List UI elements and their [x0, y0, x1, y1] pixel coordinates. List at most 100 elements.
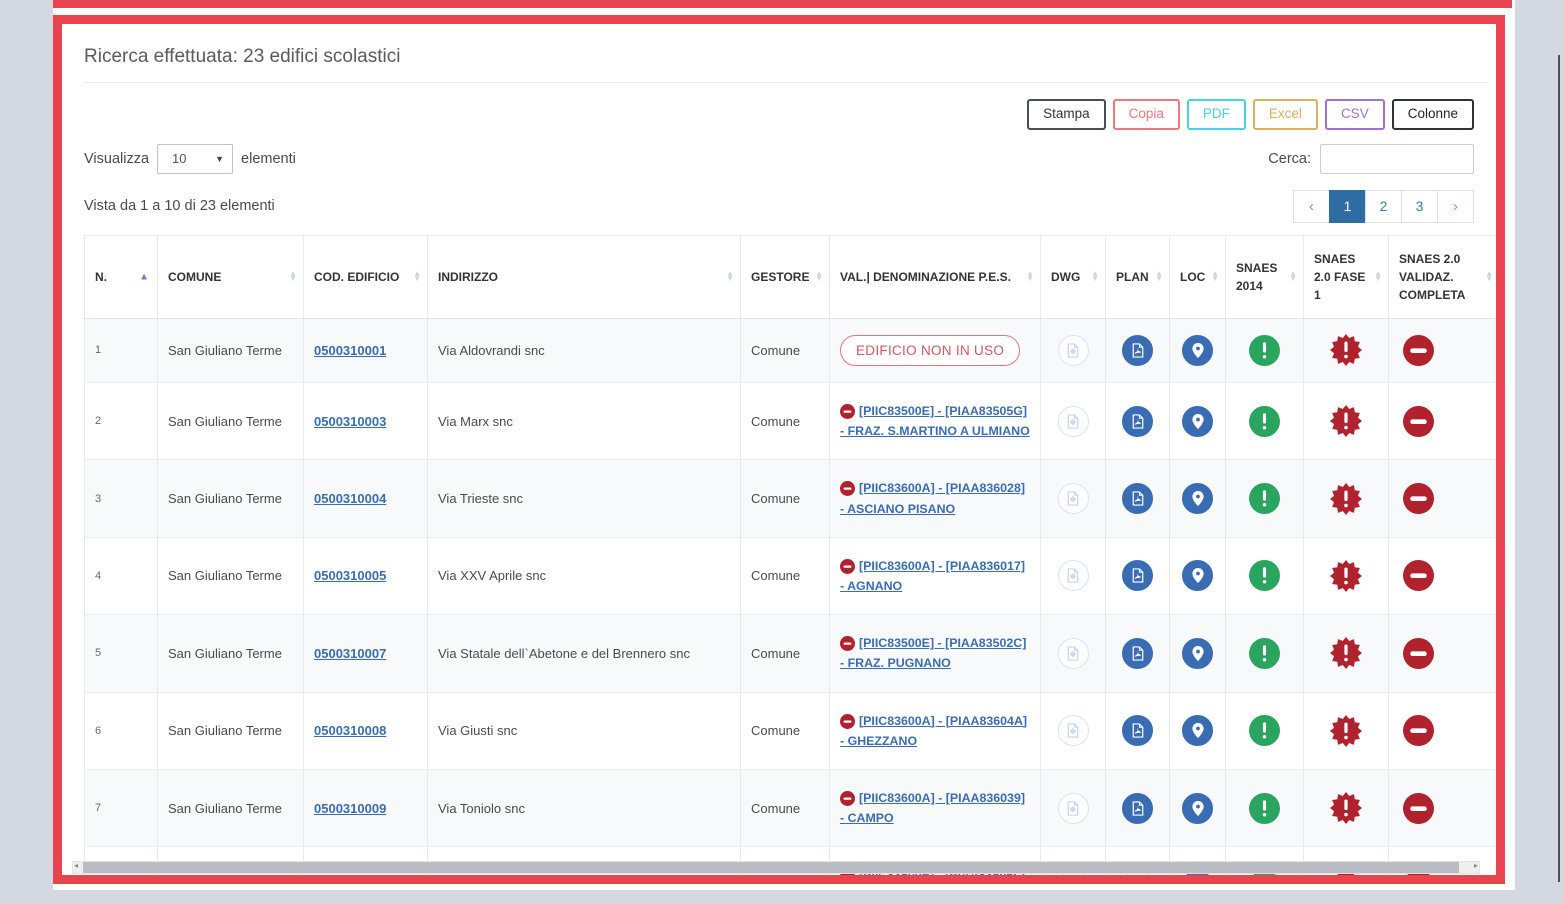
pagination-page-3[interactable]: 3 [1401, 190, 1438, 223]
column-header-plan[interactable]: PLAN▲▼ [1106, 235, 1170, 318]
column-header-snaes2014[interactable]: SNAES 2014▲▼ [1226, 235, 1304, 318]
file-pdf-icon[interactable] [1122, 483, 1153, 514]
building-code-link[interactable]: 0500310008 [314, 723, 386, 738]
map-marker-icon[interactable] [1182, 793, 1213, 824]
building-code-link[interactable]: 0500310009 [314, 801, 386, 816]
excel-button[interactable]: Excel [1253, 99, 1318, 130]
cell-snaes-fase1 [1304, 692, 1389, 769]
alert-seal-icon[interactable] [1330, 560, 1362, 592]
cell-cod-edificio: 0500310003 [304, 382, 428, 459]
alert-seal-icon[interactable] [1330, 483, 1362, 515]
map-marker-icon[interactable] [1182, 335, 1213, 366]
cell-snaes-validaz [1389, 537, 1500, 614]
minus-circle-icon[interactable] [1403, 638, 1434, 669]
table-row: 5San Giuliano Terme0500310007Via Statale… [85, 615, 1500, 692]
scroll-left-arrow-icon[interactable]: ◂ [74, 861, 78, 870]
cell-row-number: 3 [85, 460, 158, 537]
exclamation-circle-icon[interactable] [1249, 638, 1280, 669]
alert-seal-icon[interactable] [1330, 792, 1362, 824]
pes-link[interactable]: [PIIC83500E] - [PIAA83505G] - FRAZ. S.MA… [840, 404, 1030, 438]
pes-link[interactable]: [PIIC83600A] - [PIAA836028] - ASCIANO PI… [840, 481, 1025, 515]
column-header-label: SNAES 2014 [1236, 261, 1277, 293]
map-marker-icon[interactable] [1182, 560, 1213, 591]
alert-seal-icon[interactable] [1330, 715, 1362, 747]
csv-button[interactable]: CSV [1325, 99, 1385, 130]
top-highlight-bar [53, 0, 1512, 8]
map-marker-icon[interactable] [1182, 638, 1213, 669]
map-marker-icon[interactable] [1182, 483, 1213, 514]
column-header-gestore[interactable]: GESTORE▲▼ [741, 235, 830, 318]
column-header-dwg[interactable]: DWG▲▼ [1041, 235, 1106, 318]
file-pdf-icon[interactable] [1122, 335, 1153, 366]
minus-circle-icon[interactable] [1403, 560, 1434, 591]
alert-seal-icon[interactable] [1330, 637, 1362, 669]
cell-dwg [1041, 537, 1106, 614]
search-control: Cerca: [1268, 144, 1474, 174]
stampa-button[interactable]: Stampa [1027, 99, 1106, 130]
cell-snaes-fase1 [1304, 460, 1389, 537]
map-marker-icon[interactable] [1182, 406, 1213, 437]
alert-seal-icon[interactable] [1330, 405, 1362, 437]
pes-link[interactable]: [PIIC83500E] - [PIAA83502C] - FRAZ. PUGN… [840, 636, 1026, 670]
map-marker-icon[interactable] [1182, 715, 1213, 746]
copia-button[interactable]: Copia [1113, 99, 1180, 130]
building-code-link[interactable]: 0500310003 [314, 414, 386, 429]
file-pdf-icon[interactable] [1122, 406, 1153, 437]
exclamation-circle-icon[interactable] [1249, 335, 1280, 366]
cell-snaes-2014 [1226, 770, 1304, 847]
pagination-next-button[interactable]: › [1437, 190, 1474, 223]
building-code-link[interactable]: 0500310001 [314, 343, 386, 358]
alert-seal-icon[interactable] [1330, 334, 1362, 366]
pes-entry: [PIIC83500E] - [PIAA83502C] - FRAZ. PUGN… [840, 633, 1032, 673]
column-header-indirizzo[interactable]: INDIRIZZO▲▼ [428, 235, 741, 318]
building-code-link[interactable]: 0500310004 [314, 491, 386, 506]
column-header-val[interactable]: VAL.| DENOMINAZIONE P.E.S.▲▼ [830, 235, 1041, 318]
building-code-link[interactable]: 0500310007 [314, 646, 386, 661]
cell-plan [1106, 460, 1170, 537]
file-pdf-icon[interactable] [1122, 560, 1153, 591]
exclamation-circle-icon[interactable] [1249, 793, 1280, 824]
file-pdf-icon[interactable] [1122, 793, 1153, 824]
pes-link[interactable]: [PIIC83600A] - [PIAA83604A] - GHEZZANO [840, 714, 1027, 748]
minus-circle-icon[interactable] [1403, 335, 1434, 366]
building-code-link[interactable]: 0500310010 [314, 878, 386, 884]
pagination-page-1[interactable]: 1 [1329, 190, 1366, 223]
file-pdf-icon[interactable] [1122, 715, 1153, 746]
page-length-select[interactable]: 10 ▼ [157, 144, 233, 174]
cell-val-denominazione: [PIIC83500E] - [PIAA83502C] - FRAZ. PUGN… [830, 615, 1041, 692]
column-header-loc[interactable]: LOC▲▼ [1170, 235, 1226, 318]
column-header-comune[interactable]: COMUNE▲▼ [158, 235, 304, 318]
column-header-validaz[interactable]: SNAES 2.0 VALIDAZ. COMPLETA▲▼ [1389, 235, 1500, 318]
scroll-right-arrow-icon[interactable]: ▸ [1474, 861, 1478, 870]
cell-gestore: Comune [741, 615, 830, 692]
exclamation-circle-icon[interactable] [1249, 483, 1280, 514]
exclamation-circle-icon[interactable] [1249, 715, 1280, 746]
cell-plan [1106, 692, 1170, 769]
colonne-button[interactable]: Colonne [1392, 99, 1474, 130]
exclamation-circle-icon[interactable] [1249, 560, 1280, 591]
exclamation-circle-icon[interactable] [1249, 406, 1280, 437]
search-input[interactable] [1320, 144, 1474, 174]
pagination-prev-button[interactable]: ‹ [1293, 190, 1330, 223]
horizontal-scrollbar[interactable]: ◂ ▸ [72, 861, 1480, 874]
column-header-label: COMUNE [168, 270, 221, 284]
column-header-fase1[interactable]: SNAES 2.0 FASE 1▲▼ [1304, 235, 1389, 318]
pagination-page-2[interactable]: 2 [1365, 190, 1402, 223]
cell-row-number: 4 [85, 537, 158, 614]
column-header-cod[interactable]: COD. EDIFICIO▲▼ [304, 235, 428, 318]
length-prefix-label: Visualizza [84, 151, 149, 167]
results-panel: Ricerca effettuata: 23 edifici scolastic… [53, 15, 1505, 884]
minus-circle-icon[interactable] [1403, 406, 1434, 437]
minus-circle-icon[interactable] [1403, 483, 1434, 514]
scrollbar-thumb[interactable] [83, 862, 1459, 873]
file-pdf-icon[interactable] [1122, 638, 1153, 669]
file-drawing-icon [1058, 560, 1089, 591]
pdf-button[interactable]: PDF [1187, 99, 1246, 130]
cell-dwg [1041, 460, 1106, 537]
column-header-n[interactable]: N.▲ [85, 235, 158, 318]
pes-link[interactable]: [PIIC83600A] - [PIAA836017] - AGNANO [840, 559, 1025, 593]
minus-circle-icon[interactable] [1403, 793, 1434, 824]
minus-circle-icon[interactable] [1403, 715, 1434, 746]
pes-link[interactable]: [PIIC83600A] - [PIAA836039] - CAMPO [840, 791, 1025, 825]
building-code-link[interactable]: 0500310005 [314, 568, 386, 583]
